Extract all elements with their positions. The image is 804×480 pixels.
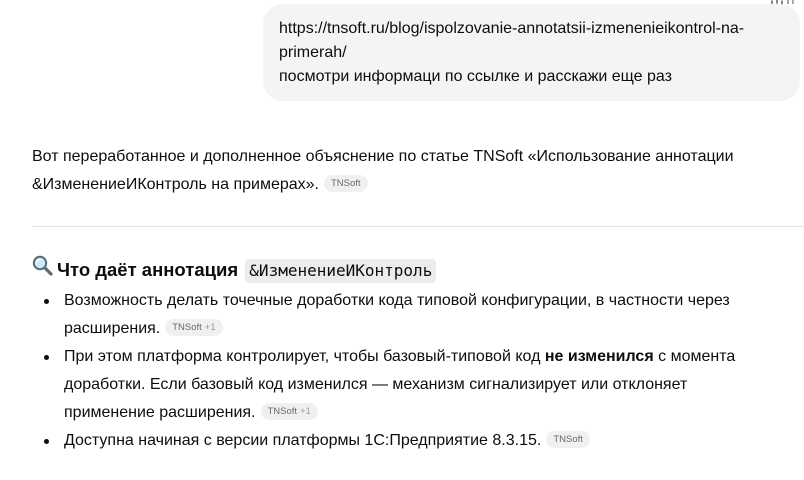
list-item-text: При этом платформа контролирует, чтобы б… [64,348,545,365]
list-item-text: Доступна начиная с версии платформы 1С:П… [64,432,542,449]
source-chip-count: +1 [300,406,311,418]
list-item-line: доработки. Если базовый код изменился — … [64,376,688,393]
list-item-line: При этом платформа контролирует, чтобы б… [64,343,794,371]
list-item-text: применение расширения. [64,404,256,421]
source-chip-label: TNSoft [330,178,361,190]
bullet-dot [44,439,49,444]
list-item: Доступна начиная с версии платформы 1С:П… [44,427,794,455]
list-item-line: применение расширения. TNSoft +1 [64,399,794,427]
intro-line: &ИзменениеИКонтроль на примерах». TNSoft [32,171,792,199]
list-item-text: расширения. [64,320,161,337]
source-chip-label: TNSoft [267,406,298,418]
list-item: Возможность делать точечные доработки ко… [44,287,794,343]
intro-line: Вот переработанное и дополненное объясне… [32,148,734,165]
heading-text: Что даёт аннотация [57,259,239,280]
source-chip[interactable]: TNSoft +1 [165,319,223,337]
list-item-line: расширения. TNSoft +1 [64,315,794,343]
inline-code: &ИзменениеИКонтроль [245,259,437,283]
source-chip[interactable]: TNSoft +1 [260,403,318,421]
user-message-line: primerah/ [279,44,347,61]
list-item-bold-text: не изменился [544,348,654,365]
list-item-line: Возможность делать точечные доработки ко… [64,292,730,309]
bullet-dot [44,299,49,304]
section-divider [32,226,804,227]
user-message-line: https://tnsoft.ru/blog/ispolzovanie-anno… [279,20,745,37]
user-message-line: посмотри информаци по ссылке и расскажи … [279,68,672,85]
user-message-bubble: https://tnsoft.ru/blog/ispolzovanie-anno… [263,4,800,101]
assistant-intro: Вот переработанное и дополненное объясне… [32,143,792,199]
bullet-list: Возможность делать точечные доработки ко… [44,287,794,455]
source-chip-label: TNSoft [553,434,583,446]
source-chip[interactable]: TNSoft [546,431,590,449]
source-chip-count: +1 [204,322,216,334]
list-item: При этом платформа контролирует, чтобы б… [44,343,794,427]
magnifier-icon [32,255,53,284]
bullet-dot [44,355,49,360]
source-chip-label: TNSoft [172,322,202,334]
section-heading: Что даёт аннотация &ИзменениеИКонтроль [32,255,437,284]
source-chip[interactable]: TNSoft [323,175,368,193]
list-item-text: с момента [653,348,736,365]
intro-line-text: &ИзменениеИКонтроль на примерах». [32,176,319,193]
list-item-line: Доступна начиная с версии платформы 1С:П… [64,427,794,455]
